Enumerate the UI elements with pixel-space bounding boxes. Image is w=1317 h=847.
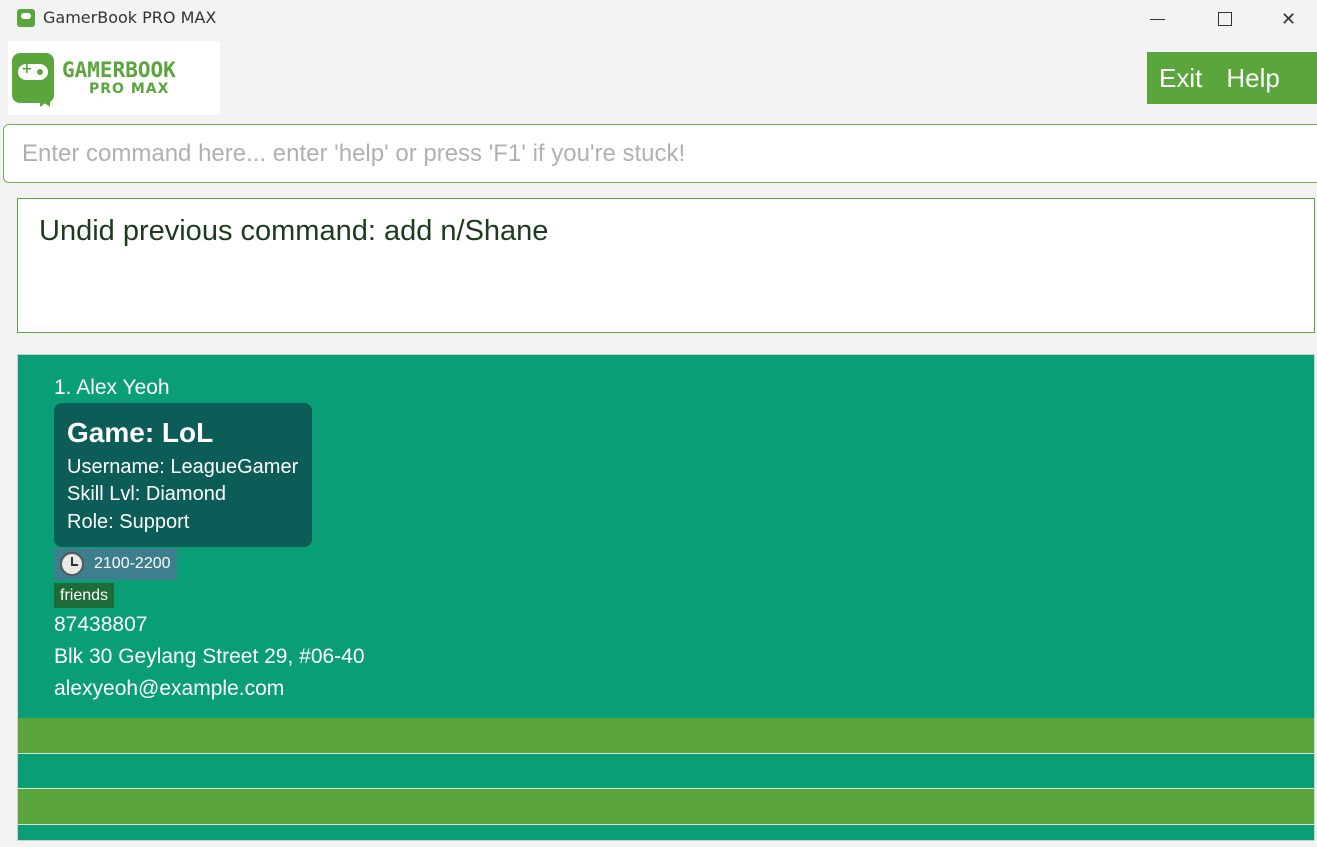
close-button[interactable]: ✕ [1260,0,1317,38]
app-header: GAMERBOOK PRO MAX Exit Help [0,38,1317,118]
app-logo: GAMERBOOK PRO MAX [8,41,220,115]
app-icon [17,9,35,27]
time-range: 2100-2200 [94,555,171,572]
logo-subtitle: PRO MAX [89,81,170,97]
menu-help[interactable]: Help [1214,63,1291,94]
game-info-box: Game: LoL Username: LeagueGamer Skill Lv… [54,403,312,547]
list-item[interactable] [18,825,1314,840]
tag-badge: friends [54,583,115,608]
logo-title: GAMERBOOK [62,58,176,82]
result-message: Undid previous command: add n/Shane [39,215,549,247]
game-title: Game: LoL [67,417,214,448]
person-email: alexyeoh@example.com [54,677,285,700]
person-address: Blk 30 Geylang Street 29, #06-40 [54,645,365,668]
clock-icon [60,552,84,576]
person-name: 1. Alex Yeoh [54,376,170,399]
game-username: Username: LeagueGamer [67,456,299,478]
window-title-bar: GamerBook PRO MAX ✕ [0,0,1317,38]
result-display[interactable]: Undid previous command: add n/Shane [17,198,1315,333]
result-display-area: Undid previous command: add n/Shane [0,190,1317,340]
menu-bar: Exit Help [1147,52,1317,104]
minimize-button[interactable] [1122,0,1192,38]
maximize-icon [1218,12,1232,26]
game-role: Role: Support [67,511,190,533]
window-title: GamerBook PRO MAX [43,8,217,27]
list-item[interactable] [18,754,1314,789]
command-input[interactable] [20,137,1300,171]
person-card[interactable]: 1. Alex Yeoh Game: LoL Username: LeagueG… [19,356,1314,718]
minimize-icon [1149,18,1165,20]
person-list[interactable]: 1. Alex Yeoh Game: LoL Username: LeagueG… [17,354,1315,841]
preferred-time-badge: 2100-2200 [54,548,177,580]
maximize-button[interactable] [1190,0,1260,38]
list-item[interactable] [18,789,1314,824]
person-phone: 87438807 [54,613,148,636]
list-item[interactable] [18,718,1314,753]
menu-exit[interactable]: Exit [1147,63,1214,94]
close-icon: ✕ [1280,8,1297,30]
game-skill-level: Skill Lvl: Diamond [67,483,226,505]
gamepad-book-icon [12,53,54,107]
command-box [3,124,1317,183]
